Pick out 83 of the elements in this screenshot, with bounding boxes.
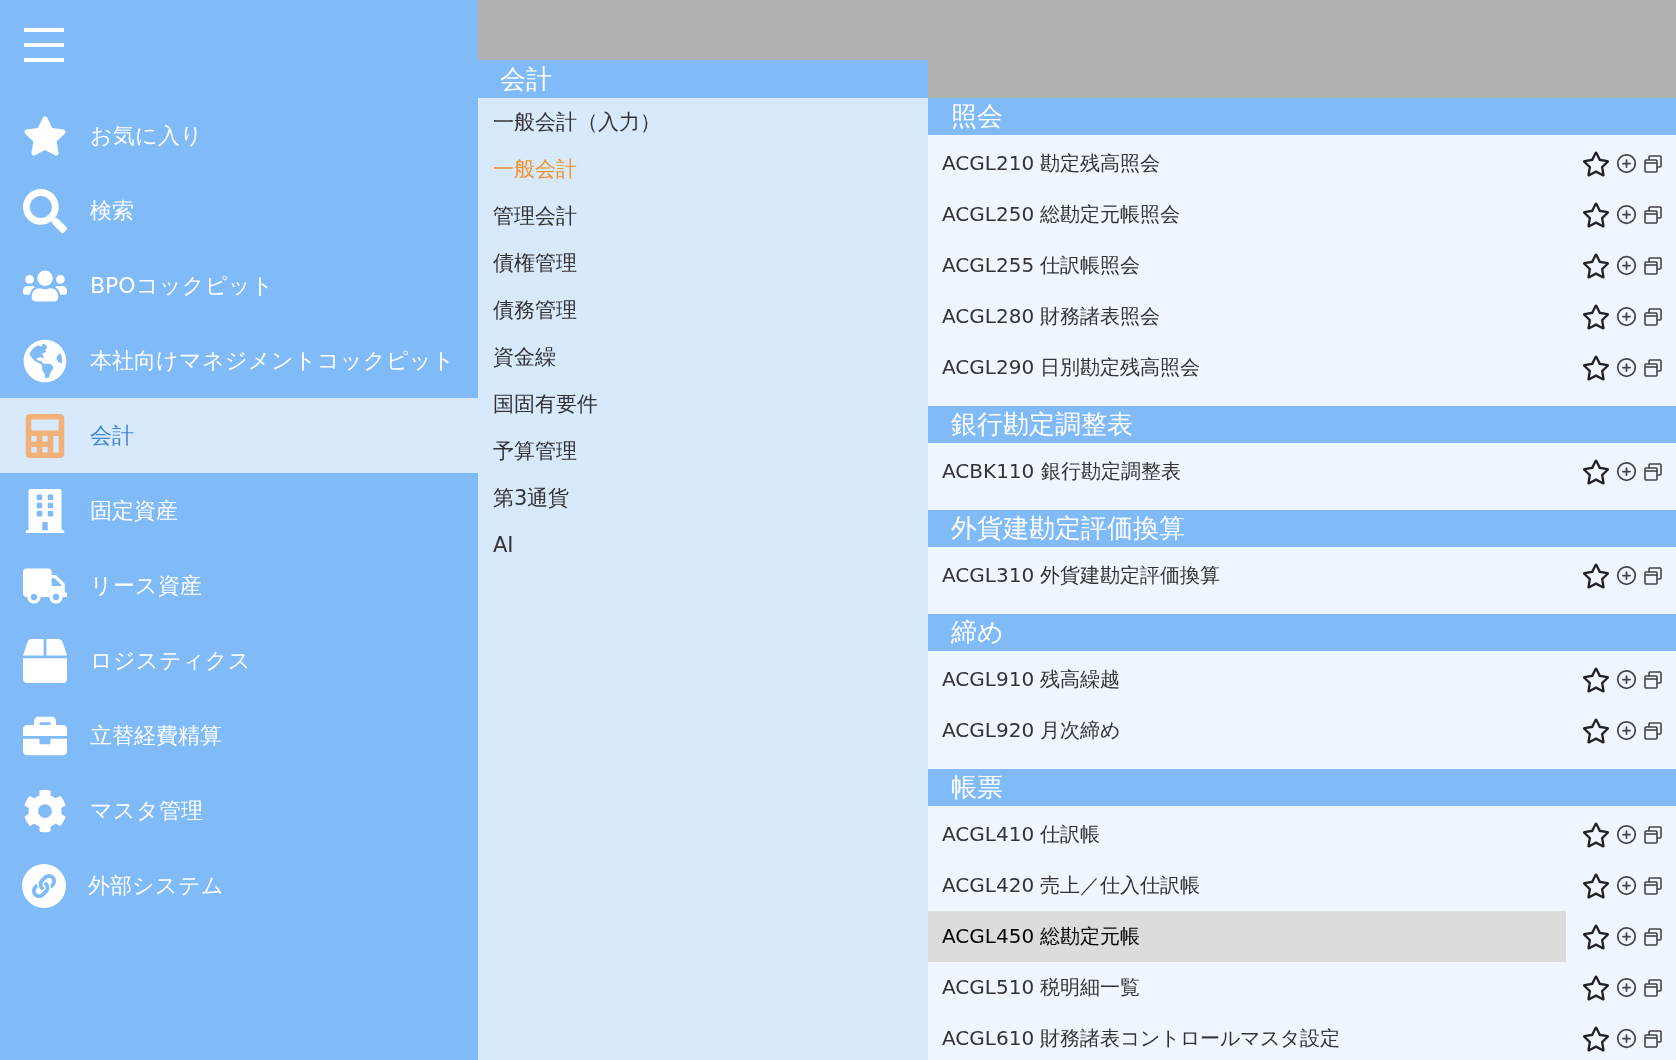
favorite-star-icon[interactable] <box>1582 973 1610 1002</box>
add-icon[interactable] <box>1616 565 1637 586</box>
submenu-item[interactable]: 管理会計 <box>478 192 928 239</box>
add-icon[interactable] <box>1616 977 1637 998</box>
section-header: 帳票 <box>928 769 1676 806</box>
submenu-item[interactable]: 資金繰 <box>478 333 928 380</box>
program-link[interactable]: ACGL910 残高繰越 <box>928 654 1566 705</box>
submenu-item[interactable]: 債務管理 <box>478 286 928 333</box>
favorite-star-icon[interactable] <box>1582 149 1610 178</box>
sidebar-label: 会計 <box>90 421 134 450</box>
windows-icon[interactable] <box>1643 565 1663 586</box>
add-icon[interactable] <box>1616 255 1637 276</box>
sidebar-label: 固定資産 <box>90 496 178 525</box>
sidebar-label: BPOコックピット <box>90 271 274 300</box>
favorite-star-icon[interactable] <box>1582 302 1610 331</box>
favorite-star-icon[interactable] <box>1582 1024 1610 1053</box>
section-header: 銀行勘定調整表 <box>928 406 1676 443</box>
add-icon[interactable] <box>1616 926 1637 947</box>
program-link[interactable]: ACGL410 仕訳帳 <box>928 809 1566 860</box>
windows-icon[interactable] <box>1643 875 1663 896</box>
section-header: 締め <box>928 614 1676 651</box>
submenu-title: 会計 <box>478 60 928 98</box>
add-icon[interactable] <box>1616 875 1637 896</box>
submenu-item[interactable]: 国固有要件 <box>478 380 928 427</box>
favorite-star-icon[interactable] <box>1582 251 1610 280</box>
windows-icon[interactable] <box>1643 824 1663 845</box>
sidebar-label: 外部システム <box>88 871 224 900</box>
add-icon[interactable] <box>1616 153 1637 174</box>
windows-icon[interactable] <box>1643 461 1663 482</box>
windows-icon[interactable] <box>1643 669 1663 690</box>
favorite-star-icon[interactable] <box>1582 457 1610 486</box>
sidebar-label: お気に入り <box>90 121 203 150</box>
favorite-star-icon[interactable] <box>1582 353 1610 382</box>
windows-icon[interactable] <box>1643 204 1663 225</box>
link-icon <box>22 863 66 908</box>
program-link[interactable]: ACBK110 銀行勘定調整表 <box>928 446 1566 497</box>
windows-icon[interactable] <box>1643 977 1663 998</box>
windows-icon[interactable] <box>1643 1028 1663 1049</box>
program-link[interactable]: ACGL610 財務諸表コントロールマスタ設定 <box>928 1013 1566 1060</box>
program-link[interactable]: ACGL920 月次締め <box>928 705 1566 756</box>
submenu-item[interactable]: AI <box>478 521 928 568</box>
sidebar-label: リース資産 <box>90 571 202 600</box>
add-icon[interactable] <box>1616 204 1637 225</box>
program-link[interactable]: ACGL290 日別勘定残高照会 <box>928 342 1566 393</box>
add-icon[interactable] <box>1616 306 1637 327</box>
program-link[interactable]: ACGL420 売上／仕入仕訳帳 <box>928 860 1566 911</box>
program-link[interactable]: ACGL210 勘定残高照会 <box>928 138 1566 189</box>
add-icon[interactable] <box>1616 1028 1637 1049</box>
add-icon[interactable] <box>1616 461 1637 482</box>
favorite-star-icon[interactable] <box>1582 716 1610 745</box>
submenu-item[interactable]: 予算管理 <box>478 427 928 474</box>
add-icon[interactable] <box>1616 669 1637 690</box>
favorite-star-icon[interactable] <box>1582 871 1610 900</box>
submenu-item[interactable]: 債権管理 <box>478 239 928 286</box>
favorite-star-icon[interactable] <box>1582 922 1610 951</box>
submenu-item[interactable]: 第3通貨 <box>478 474 928 521</box>
windows-icon[interactable] <box>1643 926 1663 947</box>
windows-icon[interactable] <box>1643 306 1663 327</box>
sidebar-label: 立替経費精算 <box>90 721 222 750</box>
favorite-star-icon[interactable] <box>1582 200 1610 229</box>
favorite-star-icon[interactable] <box>1582 561 1610 590</box>
sidebar-label: 検索 <box>90 196 134 225</box>
windows-icon[interactable] <box>1643 720 1663 741</box>
add-icon[interactable] <box>1616 357 1637 378</box>
sidebar-label: マスタ管理 <box>90 796 203 825</box>
program-link[interactable]: ACGL255 仕訳帳照会 <box>928 240 1566 291</box>
sidebar-label: 本社向けマネジメントコックピット <box>90 346 455 375</box>
sidebar-label: ロジスティクス <box>90 646 251 675</box>
section-header: 外貨建勘定評価換算 <box>928 510 1676 547</box>
program-link[interactable]: ACGL280 財務諸表照会 <box>928 291 1566 342</box>
add-icon[interactable] <box>1616 824 1637 845</box>
favorite-star-icon[interactable] <box>1582 820 1610 849</box>
program-link[interactable]: ACGL310 外貨建勘定評価換算 <box>928 550 1566 601</box>
submenu-item[interactable]: 一般会計（入力） <box>478 98 928 145</box>
add-icon[interactable] <box>1616 720 1637 741</box>
favorite-star-icon[interactable] <box>1582 665 1610 694</box>
windows-icon[interactable] <box>1643 153 1663 174</box>
program-link[interactable]: ACGL250 総勘定元帳照会 <box>928 189 1566 240</box>
windows-icon[interactable] <box>1643 255 1663 276</box>
windows-icon[interactable] <box>1643 357 1663 378</box>
section-header: 照会 <box>928 98 1676 135</box>
program-link[interactable]: ACGL450 総勘定元帳 <box>928 911 1566 962</box>
program-link[interactable]: ACGL510 税明細一覧 <box>928 962 1566 1013</box>
